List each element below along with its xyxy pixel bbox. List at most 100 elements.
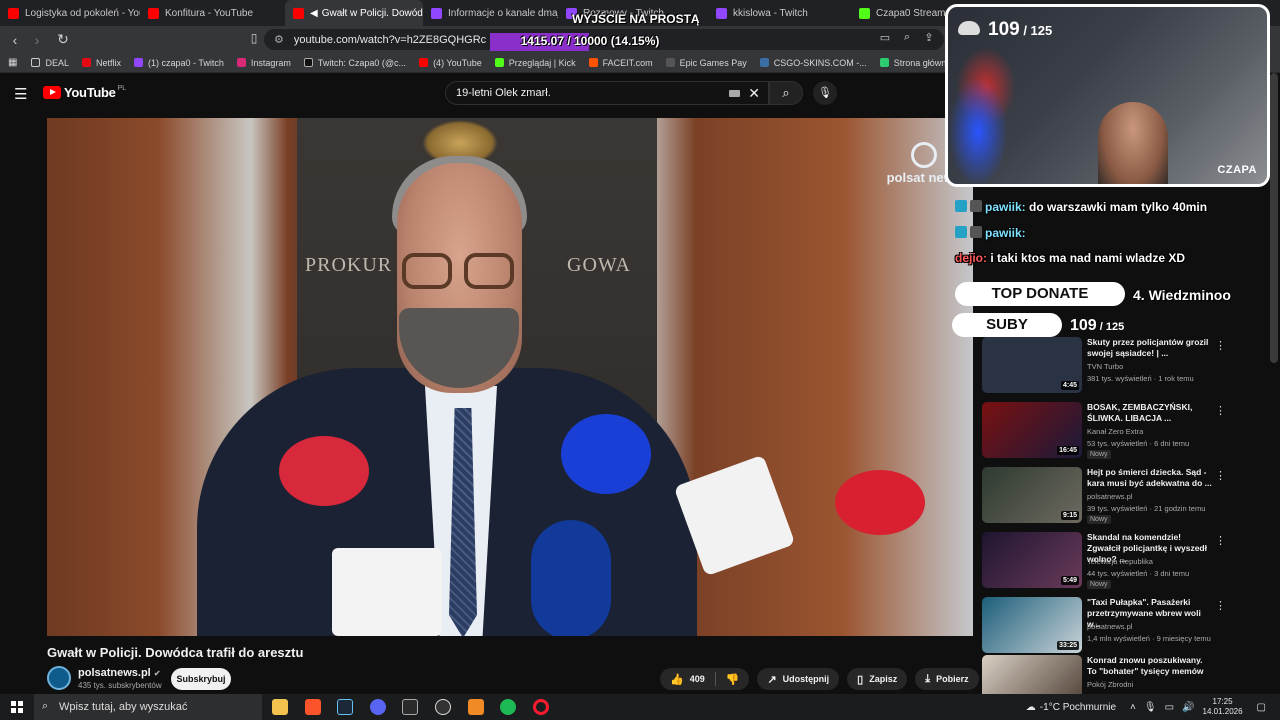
- streamer-webcam: 109 / 125 CZAPA: [945, 4, 1270, 187]
- recommendation-item[interactable]: 4:45 Skuty przez policjantów grozil swoj…: [980, 337, 1270, 399]
- notifications-icon[interactable]: ▢: [1257, 702, 1266, 713]
- kebab-menu-icon[interactable]: ⋮: [1215, 599, 1226, 612]
- video-thumbnail[interactable]: 33:25: [982, 597, 1082, 653]
- download-button[interactable]: ⤓ Pobierz: [915, 668, 979, 690]
- discord-icon[interactable]: [370, 699, 386, 715]
- browser-tab[interactable]: Informacje o kanale dmajszi - T: [423, 0, 558, 26]
- screen: Logistyka od pokoleń - YouTube Konfitura…: [0, 0, 1280, 720]
- kebab-menu-icon[interactable]: ⋮: [1215, 404, 1226, 417]
- recommendation-item[interactable]: 33:25 "Taxi Pułapka". Pasażerki przetrzy…: [980, 597, 1270, 659]
- voice-search-button[interactable]: 🎙: [813, 81, 837, 105]
- zoom-icon[interactable]: ⌕: [896, 31, 918, 44]
- bookmark-item[interactable]: (1) czapa0 - Twitch: [133, 58, 224, 68]
- weather-text[interactable]: -1°C Pochmurnie: [1040, 702, 1116, 713]
- kebab-menu-icon[interactable]: ⋮: [1215, 339, 1226, 352]
- taskbar-search[interactable]: ⌕ Wpisz tutaj, aby wyszukać: [34, 694, 262, 720]
- file-explorer-icon[interactable]: [272, 699, 288, 715]
- youtube-logo[interactable]: YouTube PL: [43, 85, 126, 100]
- duration-badge: 9:15: [1060, 511, 1079, 520]
- save-button[interactable]: ▯ Zapisz: [847, 668, 908, 690]
- bookmark-item[interactable]: Twitch: Czapa0 (@c...: [303, 58, 406, 68]
- opera-gx-icon[interactable]: [533, 699, 549, 715]
- bookmark-item[interactable]: Przeglądaj | Kick: [494, 58, 576, 68]
- share-icon[interactable]: ⇪: [918, 31, 940, 44]
- donation-goal-label: WYJŚCIE NA PROSTĄ: [572, 12, 700, 26]
- channel-name[interactable]: polsatnews.pl: [78, 667, 151, 679]
- recommendation-title[interactable]: BOSAK, ZEMBACZYŃSKI, ŚLIWKA. LIBACJA ...: [1087, 402, 1212, 424]
- apps-grid-icon[interactable]: ▦: [8, 57, 17, 68]
- video-thumbnail[interactable]: [982, 655, 1082, 695]
- recommendation-channel[interactable]: polsatnews.pl: [1087, 492, 1132, 501]
- browser-tab[interactable]: Logistyka od pokoleń - YouTube: [0, 0, 140, 26]
- recommendation-channel[interactable]: Telewizja Republika: [1087, 557, 1153, 566]
- recommendation-title[interactable]: Konrad znowu poszukiwany. To "bohater" t…: [1087, 655, 1212, 677]
- keyboard-icon[interactable]: [729, 90, 740, 97]
- search-input[interactable]: 19-letni Olek zmarł. ✕: [445, 81, 769, 105]
- bookmark-item[interactable]: Epic Games Pay: [665, 58, 747, 68]
- video-thumbnail[interactable]: 4:45: [982, 337, 1082, 393]
- network-icon[interactable]: ▭: [1165, 702, 1174, 713]
- video-thumbnail[interactable]: 16:45: [982, 402, 1082, 458]
- top-donate-label: TOP DONATE: [955, 282, 1125, 306]
- bookmark-item[interactable]: CSGO-SKINS.COM -...: [759, 58, 867, 68]
- steam-icon[interactable]: [337, 699, 353, 715]
- duration-badge: 33:25: [1057, 641, 1079, 650]
- search-button[interactable]: ⌕: [769, 81, 803, 105]
- video-thumbnail[interactable]: 5:49: [982, 532, 1082, 588]
- obs-icon[interactable]: [435, 699, 451, 715]
- dislike-button[interactable]: 👎: [716, 668, 750, 690]
- subscribe-button[interactable]: Subskrybuj: [171, 668, 231, 690]
- recommendation-channel[interactable]: polsatnews.pl: [1087, 622, 1132, 631]
- like-button[interactable]: 👍 409: [660, 668, 715, 690]
- reload-icon[interactable]: ↻: [52, 31, 74, 48]
- recommendation-channel[interactable]: TVN Turbo: [1087, 362, 1123, 371]
- subs-label: SUBY: [952, 313, 1062, 337]
- bookmark-item[interactable]: (4) YouTube: [419, 58, 482, 68]
- weather-icon[interactable]: ☁: [1026, 702, 1036, 713]
- bookmark-icon[interactable]: ▯: [243, 31, 265, 45]
- volume-icon[interactable]: 🔊: [1182, 702, 1194, 713]
- video-thumbnail[interactable]: 9:15: [982, 467, 1082, 523]
- cast-icon[interactable]: ▭: [874, 31, 896, 44]
- microphone-tray-icon[interactable]: 🎙: [1144, 702, 1157, 713]
- spotify-icon[interactable]: [500, 699, 516, 715]
- kick-icon: [859, 7, 870, 19]
- kebab-menu-icon[interactable]: ⋮: [1215, 534, 1226, 547]
- browser-tab-active[interactable]: ◀Gwałt w Policji. Dowódc✕: [285, 0, 423, 26]
- recommendation-item[interactable]: Konrad znowu poszukiwany. To "bohater" t…: [980, 655, 1270, 695]
- menu-icon[interactable]: ☰: [14, 85, 27, 103]
- site-info-icon[interactable]: ⚙: [274, 33, 284, 46]
- windows-start-icon[interactable]: [11, 701, 23, 713]
- chevron-up-icon[interactable]: ˄: [1130, 702, 1136, 713]
- microphone-icon: 🎙: [818, 87, 832, 99]
- audio-icon[interactable]: ◀: [310, 8, 318, 19]
- recommendation-item[interactable]: 16:45 BOSAK, ZEMBACZYŃSKI, ŚLIWKA. LIBAC…: [980, 402, 1270, 464]
- app-icon[interactable]: [468, 699, 484, 715]
- epic-games-icon[interactable]: [402, 699, 418, 715]
- csgo-skins-icon: [759, 58, 769, 67]
- youtube-icon: [148, 7, 159, 19]
- browser-tab[interactable]: kkislowa - Twitch: [708, 0, 851, 26]
- back-icon[interactable]: ‹: [4, 32, 26, 48]
- bookmark-item[interactable]: FACEIT.com: [588, 58, 653, 68]
- forward-icon[interactable]: ›: [26, 32, 48, 48]
- recommendation-title[interactable]: Hejt po śmierci dziecka. Sąd - kara musi…: [1087, 467, 1212, 489]
- browser-tab[interactable]: Konfitura - YouTube: [140, 0, 285, 26]
- recommendation-channel[interactable]: Kanał Zero Extra: [1087, 427, 1143, 436]
- kebab-menu-icon[interactable]: ⋮: [1215, 469, 1226, 482]
- bookmark-item[interactable]: DEAL: [31, 58, 69, 68]
- recommendation-channel[interactable]: Pokój Zbrodni: [1087, 680, 1133, 689]
- recommendation-item[interactable]: 9:15 Hejt po śmierci dziecka. Sąd - kara…: [980, 467, 1270, 529]
- recommendation-item[interactable]: 5:49 Skandal na komendzie! Zgwałcił poli…: [980, 532, 1270, 594]
- recommendation-title[interactable]: Skuty przez policjantów grozil swojej są…: [1087, 337, 1212, 359]
- bookmark-item[interactable]: Instagram: [236, 58, 291, 68]
- channel-info[interactable]: polsatnews.pl ✔ 435 tys. subskrybentów: [47, 666, 162, 690]
- brave-browser-icon[interactable]: [305, 699, 321, 715]
- clock[interactable]: 17:25 14.01.2026: [1203, 697, 1243, 717]
- page-scrollbar[interactable]: [1270, 73, 1278, 363]
- video-player[interactable]: PROKUR GOWA polsat news: [47, 118, 973, 636]
- share-button[interactable]: ↗ Udostępnij: [757, 668, 840, 690]
- clear-search-icon[interactable]: ✕: [748, 85, 760, 102]
- bookmark-item[interactable]: Netflix: [81, 58, 121, 68]
- channel-avatar[interactable]: [47, 666, 71, 690]
